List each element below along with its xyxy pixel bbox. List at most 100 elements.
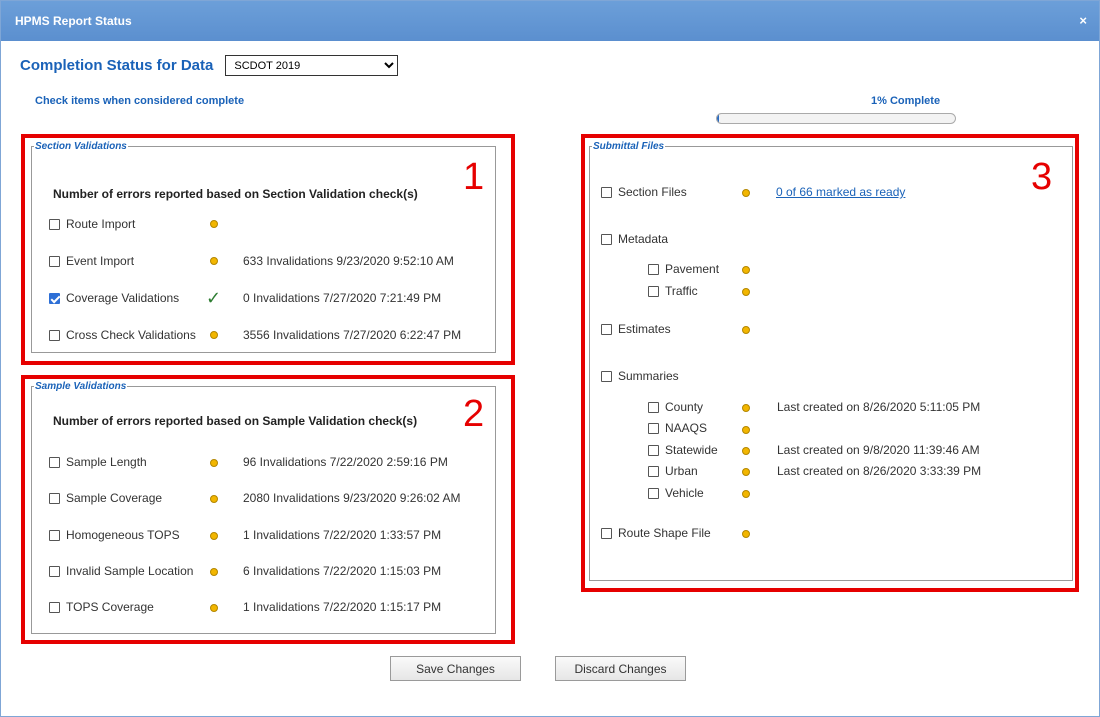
naaqs-label: NAAQS bbox=[665, 421, 708, 435]
title-bar: HPMS Report Status × bbox=[1, 1, 1099, 41]
invalid-sample-location-label: Invalid Sample Location bbox=[66, 564, 194, 578]
status-dot-icon bbox=[210, 459, 218, 467]
status-dot-icon bbox=[742, 530, 750, 538]
report-status-window: HPMS Report Status × Completion Status f… bbox=[0, 0, 1100, 717]
completion-progress-bar bbox=[716, 113, 956, 124]
submittal-item-summaries[interactable]: Summaries bbox=[601, 367, 679, 385]
section-files-ready-link[interactable]: 0 of 66 marked as ready bbox=[776, 185, 905, 199]
statewide-label: Statewide bbox=[665, 443, 718, 457]
route-import-checkbox[interactable] bbox=[49, 218, 60, 230]
sample-item-invalid-sample-location[interactable]: Invalid Sample Location bbox=[49, 562, 193, 580]
submittal-item-section-files[interactable]: Section Files bbox=[601, 183, 687, 201]
sample-item-sample-coverage[interactable]: Sample Coverage bbox=[49, 489, 162, 507]
status-dot-icon bbox=[210, 495, 218, 503]
invalid-sample-location-checkbox[interactable] bbox=[49, 565, 60, 577]
section-item-coverage-validations[interactable]: Coverage Validations bbox=[49, 289, 179, 307]
coverage-validations-checkbox[interactable] bbox=[49, 292, 60, 304]
summaries-checkbox[interactable] bbox=[601, 370, 612, 382]
sample-length-checkbox[interactable] bbox=[49, 456, 60, 468]
completion-status-label: Completion Status for Data bbox=[20, 57, 214, 74]
save-changes-button[interactable]: Save Changes bbox=[390, 656, 521, 681]
metadata-checkbox[interactable] bbox=[601, 233, 612, 245]
sample-coverage-checkbox[interactable] bbox=[49, 492, 60, 504]
naaqs-checkbox[interactable] bbox=[648, 422, 659, 434]
status-dot-icon bbox=[742, 189, 750, 197]
window-title: HPMS Report Status bbox=[15, 14, 132, 28]
submittal-item-estimates[interactable]: Estimates bbox=[601, 320, 671, 338]
status-dot-icon bbox=[210, 532, 218, 540]
traffic-checkbox[interactable] bbox=[648, 285, 659, 297]
section-subhead: Number of errors reported based on Secti… bbox=[53, 187, 418, 201]
status-dot-icon bbox=[742, 468, 750, 476]
section-item-route-import[interactable]: Route Import bbox=[49, 215, 135, 233]
status-dot-icon bbox=[742, 266, 750, 274]
estimates-label: Estimates bbox=[618, 322, 671, 336]
coverage-validations-label: Coverage Validations bbox=[66, 291, 180, 305]
route-import-label: Route Import bbox=[66, 217, 136, 231]
section-item-cross-check-validations[interactable]: Cross Check Validations bbox=[49, 326, 196, 344]
dataset-select[interactable]: SCDOT 2019 bbox=[225, 55, 399, 76]
sample-coverage-status: 2080 Invalidations 9/23/2020 9:26:02 AM bbox=[243, 491, 461, 505]
callout-number-1: 1 bbox=[463, 156, 485, 198]
pavement-checkbox[interactable] bbox=[648, 263, 659, 275]
discard-changes-button[interactable]: Discard Changes bbox=[555, 656, 686, 681]
completion-status-row: Completion Status for Data SCDOT 2019 bbox=[20, 55, 399, 76]
section-item-event-import[interactable]: Event Import bbox=[49, 252, 134, 270]
vehicle-label: Vehicle bbox=[665, 486, 704, 500]
close-icon[interactable]: × bbox=[1079, 1, 1087, 41]
event-import-checkbox[interactable] bbox=[49, 255, 60, 267]
cross-check-validations-checkbox[interactable] bbox=[49, 329, 60, 341]
urban-status: Last created on 8/26/2020 3:33:39 PM bbox=[777, 464, 982, 478]
section-validations-legend: Section Validations bbox=[35, 141, 127, 152]
statewide-status: Last created on 9/8/2020 11:39:46 AM bbox=[777, 443, 980, 457]
tops-coverage-checkbox[interactable] bbox=[49, 601, 60, 613]
progress-fill bbox=[717, 114, 720, 123]
homogeneous-tops-label: Homogeneous TOPS bbox=[66, 528, 180, 542]
homogeneous-tops-status: 1 Invalidations 7/22/2020 1:33:57 PM bbox=[243, 528, 442, 542]
summaries-item-statewide[interactable]: Statewide bbox=[648, 441, 718, 459]
statewide-checkbox[interactable] bbox=[648, 444, 659, 456]
route-shape-file-label: Route Shape File bbox=[618, 526, 711, 540]
homogeneous-tops-checkbox[interactable] bbox=[49, 529, 60, 541]
coverage-validations-status: 0 Invalidations 7/27/2020 7:21:49 PM bbox=[243, 291, 442, 305]
pavement-label: Pavement bbox=[665, 262, 720, 276]
invalid-sample-location-status: 6 Invalidations 7/22/2020 1:15:03 PM bbox=[243, 564, 442, 578]
instruction-text: Check items when considered complete bbox=[35, 95, 245, 107]
summaries-item-naaqs[interactable]: NAAQS bbox=[648, 419, 707, 437]
status-dot-icon bbox=[742, 326, 750, 334]
sample-item-tops-coverage[interactable]: TOPS Coverage bbox=[49, 598, 154, 616]
sample-length-label: Sample Length bbox=[66, 455, 147, 469]
vehicle-checkbox[interactable] bbox=[648, 487, 659, 499]
submittal-item-metadata[interactable]: Metadata bbox=[601, 230, 668, 248]
callout-number-3: 3 bbox=[1031, 156, 1053, 198]
metadata-item-traffic[interactable]: Traffic bbox=[648, 282, 698, 300]
summaries-item-vehicle[interactable]: Vehicle bbox=[648, 484, 704, 502]
sample-validations-legend: Sample Validations bbox=[35, 381, 127, 392]
status-dot-icon bbox=[210, 604, 218, 612]
metadata-label: Metadata bbox=[618, 232, 669, 246]
callout-number-2: 2 bbox=[463, 393, 485, 435]
summaries-label: Summaries bbox=[618, 369, 679, 383]
summaries-item-county[interactable]: County bbox=[648, 398, 703, 416]
county-checkbox[interactable] bbox=[648, 401, 659, 413]
status-dot-icon bbox=[210, 220, 218, 228]
percent-complete-label: 1% Complete bbox=[871, 95, 941, 107]
urban-checkbox[interactable] bbox=[648, 465, 659, 477]
sample-coverage-label: Sample Coverage bbox=[66, 491, 163, 505]
urban-label: Urban bbox=[665, 464, 698, 478]
status-dot-icon bbox=[742, 404, 750, 412]
summaries-item-urban[interactable]: Urban bbox=[648, 462, 698, 480]
section-files-checkbox[interactable] bbox=[601, 186, 612, 198]
sample-item-sample-length[interactable]: Sample Length bbox=[49, 453, 147, 471]
status-dot-icon bbox=[742, 288, 750, 296]
route-shape-file-checkbox[interactable] bbox=[601, 527, 612, 539]
submittal-item-route-shape-file[interactable]: Route Shape File bbox=[601, 524, 711, 542]
county-label: County bbox=[665, 400, 704, 414]
metadata-item-pavement[interactable]: Pavement bbox=[648, 260, 719, 278]
status-dot-icon bbox=[210, 331, 218, 339]
tops-coverage-status: 1 Invalidations 7/22/2020 1:15:17 PM bbox=[243, 600, 442, 614]
sample-item-homogeneous-tops[interactable]: Homogeneous TOPS bbox=[49, 526, 180, 544]
sample-subhead: Number of errors reported based on Sampl… bbox=[53, 414, 418, 428]
sample-length-status: 96 Invalidations 7/22/2020 2:59:16 PM bbox=[243, 455, 448, 469]
estimates-checkbox[interactable] bbox=[601, 323, 612, 335]
